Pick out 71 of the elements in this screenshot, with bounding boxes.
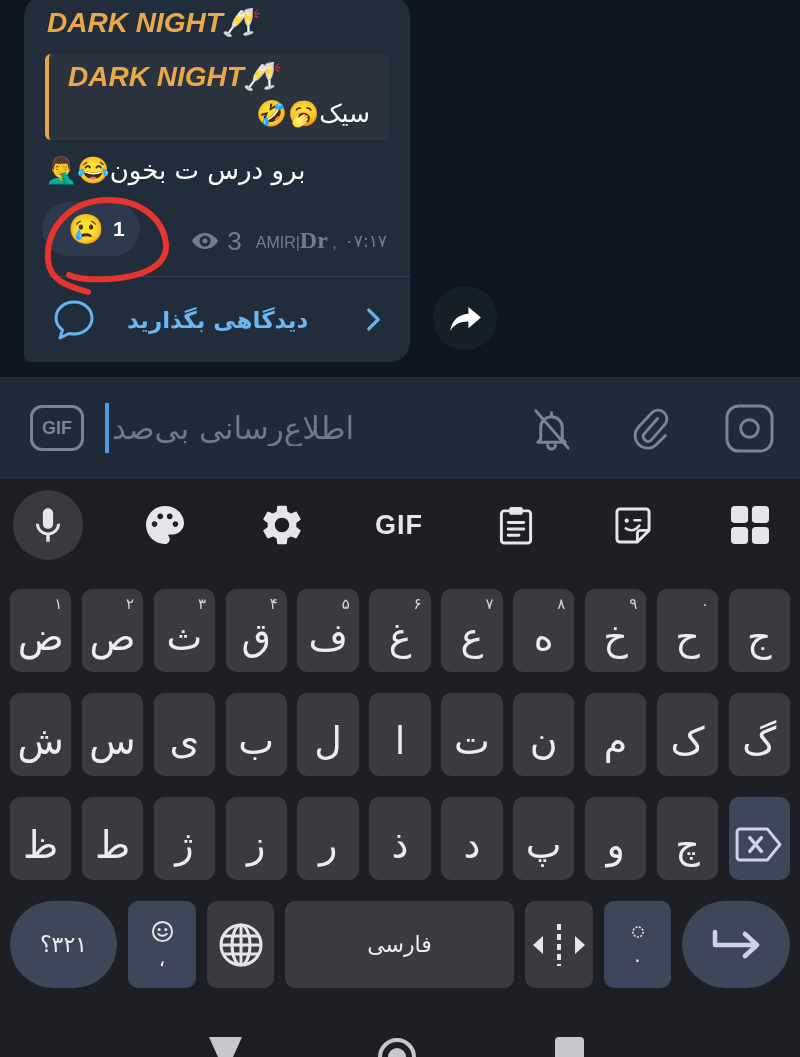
chevron-right-icon[interactable]: [365, 307, 382, 332]
letter-key[interactable]: ژ: [153, 797, 215, 880]
letter-key[interactable]: ا: [369, 693, 431, 776]
mic-icon: [36, 508, 60, 542]
message-text: برو درس ت بخون😂🤦‍♂: [45, 155, 306, 185]
letter-key[interactable]: ل: [297, 693, 359, 776]
letter-key[interactable]: ن: [513, 693, 575, 776]
comma-key[interactable]: ،: [128, 901, 196, 988]
globe-icon: [218, 922, 263, 967]
message-time: ۰۷:۱۷: [344, 230, 387, 253]
gif-button[interactable]: GIF: [30, 405, 84, 451]
letter-key[interactable]: ر: [297, 797, 359, 880]
letter-key[interactable]: ب: [225, 693, 287, 776]
reply-sender: DARK NIGHT🥂: [68, 60, 279, 94]
settings-icon[interactable]: [263, 505, 301, 545]
letter-key[interactable]: غ ۶: [369, 589, 431, 672]
left-right-arrows-icon: [533, 921, 585, 968]
letter-key[interactable]: ح ۰: [656, 589, 719, 672]
letter-key[interactable]: ز: [225, 797, 287, 880]
letter-key[interactable]: ذ: [369, 797, 431, 880]
reply-text: سیک🥱🤣: [256, 99, 370, 128]
letter-key[interactable]: پ: [513, 797, 575, 880]
letter-key[interactable]: ض ۱: [9, 589, 72, 672]
letter-key[interactable]: ف ۵: [297, 589, 359, 672]
letter-key[interactable]: ظ: [9, 797, 72, 880]
text-cursor: [105, 403, 109, 453]
backspace-key[interactable]: [728, 797, 790, 880]
letter-key[interactable]: ش: [9, 693, 72, 776]
cursor-key[interactable]: [525, 901, 593, 988]
space-key[interactable]: فارسی: [285, 901, 514, 988]
letter-key[interactable]: ث ۳: [153, 589, 215, 672]
smiley-icon: [150, 920, 174, 943]
enter-arrow-icon: [712, 928, 760, 961]
letter-key[interactable]: ک: [656, 693, 719, 776]
letter-key[interactable]: خ ۹: [584, 589, 647, 672]
leave-comment-link[interactable]: دیدگاهی بگذارید: [127, 304, 309, 335]
clipboard-icon[interactable]: [499, 505, 533, 545]
grid-icon[interactable]: [730, 506, 770, 544]
dotted-circle-icon: [630, 924, 645, 939]
message-sender: DARK NIGHT🥂: [47, 6, 258, 40]
backspace-icon: [735, 826, 784, 863]
letter-key[interactable]: ج: [728, 589, 790, 672]
eye-icon: [191, 232, 220, 250]
letter-key[interactable]: و: [584, 797, 647, 880]
letter-key[interactable]: ق ۴: [225, 589, 287, 672]
crying-face-icon: 😢: [68, 212, 105, 246]
letter-key[interactable]: د: [441, 797, 503, 880]
symbols-key[interactable]: ؟۳۲۱: [10, 901, 117, 988]
letter-key[interactable]: گ: [728, 693, 790, 776]
palette-icon[interactable]: [146, 506, 184, 544]
author-signature: AMIR|Dr ,: [255, 225, 337, 255]
letter-key[interactable]: ه ۸: [513, 589, 575, 672]
letter-key[interactable]: چ: [656, 797, 719, 880]
view-count: 3: [227, 226, 242, 256]
letter-key[interactable]: ط: [81, 797, 144, 880]
period-key[interactable]: .: [604, 901, 671, 988]
home-icon[interactable]: [377, 1037, 417, 1057]
down-triangle-icon[interactable]: [209, 1037, 242, 1057]
sticker-icon[interactable]: [615, 506, 651, 544]
language-key[interactable]: [207, 901, 274, 988]
gif-button[interactable]: GIF: [375, 510, 423, 540]
letter-key[interactable]: ص ۲: [81, 589, 144, 672]
letter-key[interactable]: ع ۷: [441, 589, 503, 672]
camera-ring-icon[interactable]: [725, 403, 774, 453]
chat-bubble-icon: [53, 298, 95, 341]
letter-key[interactable]: م: [584, 693, 647, 776]
forward-arrow-icon: [448, 304, 482, 332]
message-input[interactable]: اطلاع‌رسانی بی‌صد: [112, 403, 412, 453]
letter-key[interactable]: س: [81, 693, 144, 776]
letter-key[interactable]: ی: [153, 693, 215, 776]
letter-key[interactable]: ت: [441, 693, 503, 776]
